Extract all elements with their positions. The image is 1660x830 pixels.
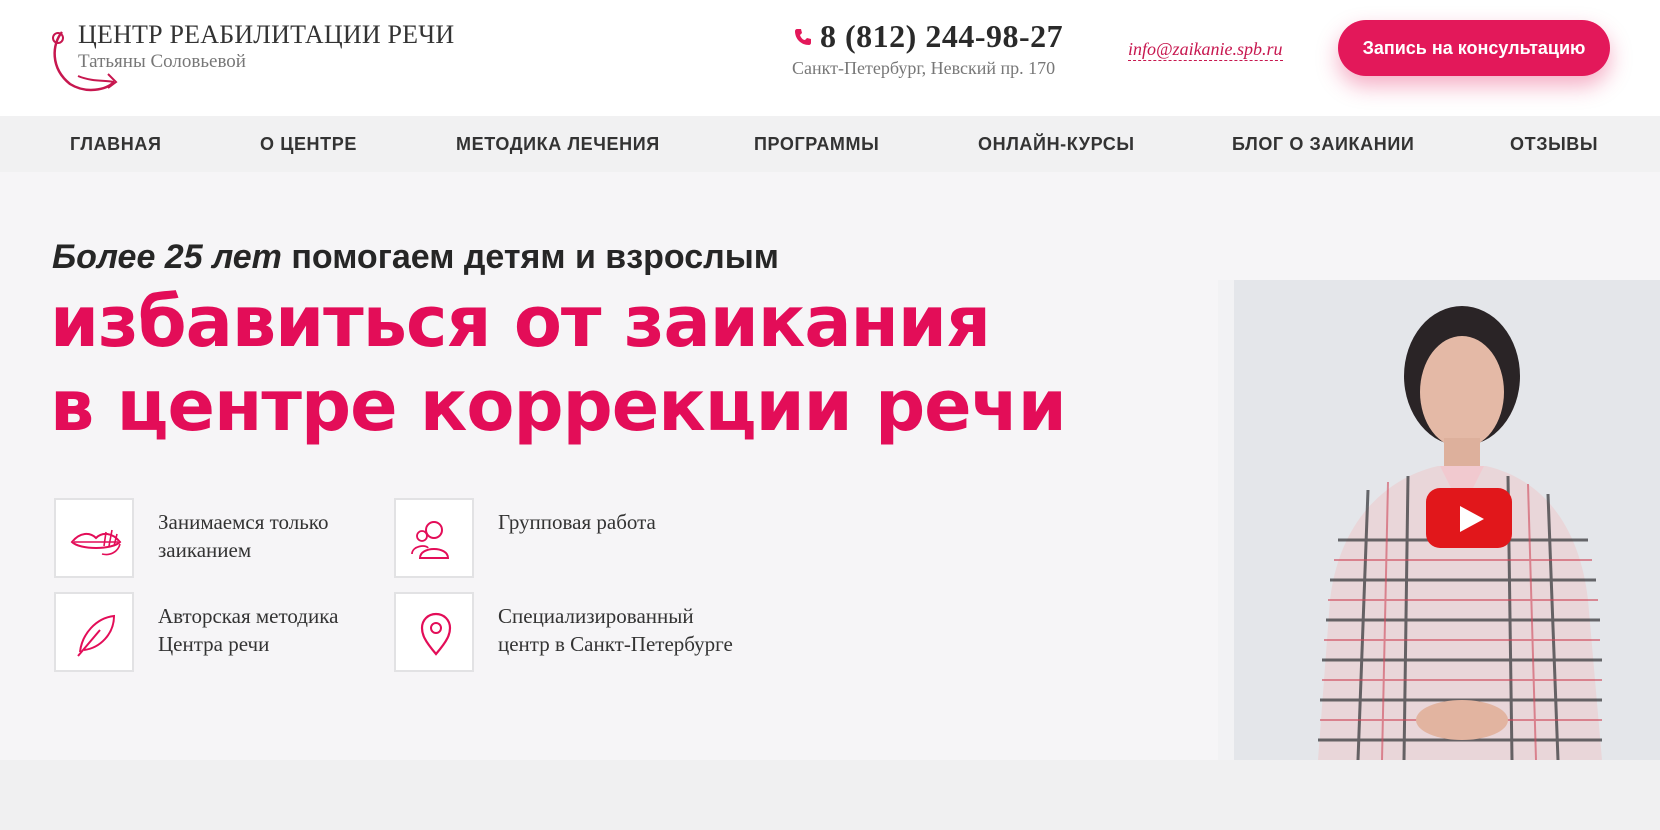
phone-number[interactable]: 8 (812) 244-98-27: [820, 18, 1063, 55]
email-link[interactable]: info@zaikanie.spb.ru: [1128, 38, 1283, 61]
nav-item-method[interactable]: МЕТОДИКА ЛЕЧЕНИЯ: [456, 134, 660, 155]
feature-item: Специализированный центр в Санкт-Петербу…: [394, 592, 794, 672]
tagline-emphasis: Более 25 лет: [52, 238, 282, 276]
intro-video[interactable]: [1218, 280, 1660, 760]
group-people-icon: [394, 498, 474, 578]
youtube-play-icon[interactable]: [1426, 488, 1512, 548]
address: Санкт-Петербург, Невский пр. 170: [792, 58, 1056, 78]
consultation-button[interactable]: Запись на консультацию: [1338, 20, 1610, 76]
nav-item-online-courses[interactable]: ОНЛАЙН-КУРСЫ: [978, 134, 1135, 155]
hero-tagline: Более 25 лет помогаем детям и взрослым: [52, 238, 779, 277]
feature-text: Групповая работа: [498, 508, 788, 536]
logo-subtitle: Татьяны Соловьевой: [78, 51, 246, 72]
tagline-rest: помогаем детям и взрослым: [281, 238, 779, 276]
lips-hand-icon: [54, 498, 134, 578]
feature-item: Авторская методика Центра речи: [54, 592, 374, 672]
feature-line-1: Специализированный: [498, 604, 694, 628]
logo[interactable]: ЦЕНТР РЕАБИЛИТАЦИИ РЕЧИ Татьяны Соловьев…: [48, 20, 468, 92]
feature-item: Групповая работа: [394, 498, 754, 578]
location-pin-icon: [394, 592, 474, 672]
feature-line-1: Групповая работа: [498, 510, 656, 534]
nav-item-blog[interactable]: БЛОГ О ЗАИКАНИИ: [1232, 134, 1414, 155]
nav-item-about[interactable]: О ЦЕНТРЕ: [260, 134, 357, 155]
logo-title: ЦЕНТР РЕАБИЛИТАЦИИ РЕЧИ: [78, 20, 455, 49]
headline-line-2: в центре коррекции речи: [50, 365, 1067, 447]
nav-item-home[interactable]: ГЛАВНАЯ: [70, 134, 162, 155]
feature-line-2: центр в Санкт-Петербурге: [498, 632, 733, 656]
feature-item: Занимаемся только заиканием: [54, 498, 374, 578]
nav-item-reviews[interactable]: ОТЗЫВЫ: [1510, 134, 1598, 155]
contact-block: 8 (812) 244-98-27 Санкт-Петербург, Невск…: [790, 16, 1090, 86]
feather-icon: [54, 592, 134, 672]
feature-text: Специализированный центр в Санкт-Петербу…: [498, 602, 798, 658]
hero-headline: избавиться от заикания в центре коррекци…: [50, 280, 1067, 448]
headline-line-1: избавиться от заикания: [50, 281, 991, 363]
site-header: ЦЕНТР РЕАБИЛИТАЦИИ РЕЧИ Татьяны Соловьев…: [0, 0, 1660, 116]
section-divider: [0, 760, 1660, 830]
main-nav: ГЛАВНАЯ О ЦЕНТРЕ МЕТОДИКА ЛЕЧЕНИЯ ПРОГРА…: [0, 116, 1660, 172]
phone-icon: [795, 29, 811, 45]
nav-item-programs[interactable]: ПРОГРАММЫ: [754, 134, 879, 155]
